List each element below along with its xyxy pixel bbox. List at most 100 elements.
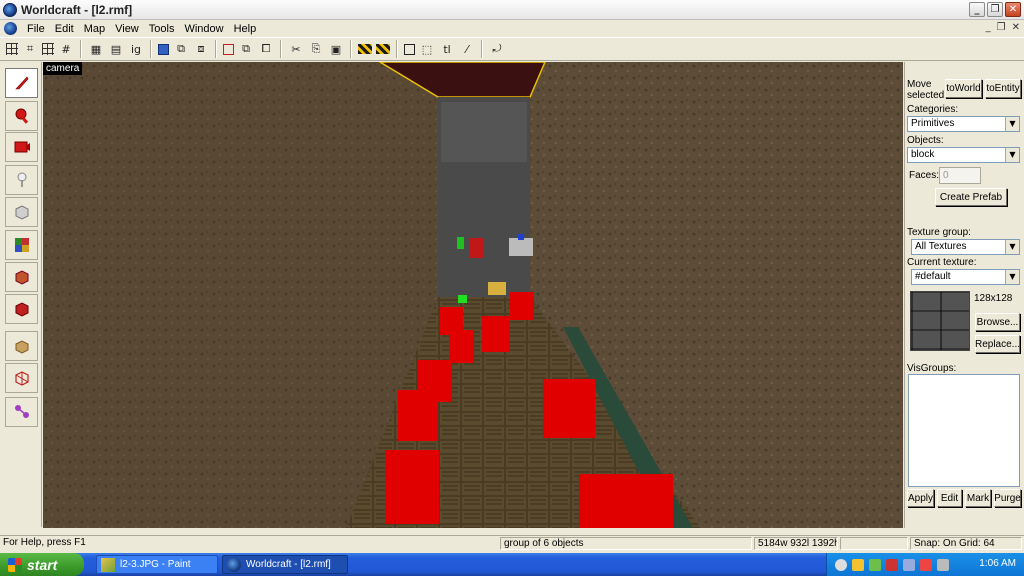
3d-scene [43,62,903,528]
ungroup-icon[interactable]: ⧉ [173,41,189,57]
clip-tool-icon [15,340,28,354]
visgroups-list[interactable] [908,374,1020,487]
camera-tool-button[interactable] [5,132,38,162]
worldcraft-app-icon[interactable] [3,2,17,17]
mdi-minimize-button[interactable]: _ [986,22,991,33]
tray-shield-icon[interactable] [852,558,864,571]
tray-arrow-icon[interactable] [835,558,847,571]
chevron-down-icon: ▼ [1005,148,1019,162]
mdi-close-button[interactable]: ✕ [1012,22,1020,33]
ignore-groups-icon[interactable]: ig [128,41,144,57]
apply-button[interactable]: Apply [907,489,934,507]
minimize-button[interactable]: _ [969,2,985,17]
menu-file[interactable]: File [22,23,50,35]
faces-spinner[interactable]: 0 [939,167,981,184]
tray-misc-icon[interactable] [937,558,949,571]
decal-tool-button[interactable] [5,294,38,324]
toolbar-separator [280,40,282,58]
window-title: Worldcraft - [l2.rmf] [21,2,133,17]
menu-view[interactable]: View [110,23,144,35]
categories-select[interactable]: Primitives ▼ [907,116,1020,132]
copy-icon[interactable]: ⎘ [308,41,324,57]
browse-button[interactable]: Browse... [975,313,1020,331]
toolbar-separator [150,40,152,58]
taskbar-worldcraft-label: Worldcraft - [l2.rmf] [246,559,331,570]
texture-group-select[interactable]: All Textures ▼ [911,239,1020,255]
replace-button[interactable]: Replace... [975,335,1020,353]
menu-edit[interactable]: Edit [50,23,79,35]
carve-icon[interactable]: ▦ [88,41,104,57]
smaller-grid-icon[interactable] [42,43,54,55]
faces-label: Faces: [909,170,940,181]
select-red-icon[interactable] [223,43,234,55]
green-marker [457,237,464,249]
to-world-button[interactable]: toWorld [945,79,982,98]
camera-viewport[interactable] [43,62,903,528]
to-entity-button[interactable]: toEntity [985,79,1021,98]
clip-tool-button[interactable] [5,331,38,361]
tray-app-icon[interactable] [920,558,932,571]
rotate-icon[interactable]: ⤾ [489,41,505,57]
document-icon[interactable] [4,22,17,35]
vertex-tool-button[interactable] [5,363,38,393]
hide-unselected-icon[interactable] [376,44,390,54]
close-button[interactable]: ✕ [1005,2,1021,17]
taskbar-worldcraft[interactable]: Worldcraft - [l2.rmf] [222,555,348,574]
edit-button[interactable]: Edit [937,489,962,507]
larger-grid-icon[interactable]: # [58,41,74,57]
menu-tools[interactable]: Tools [144,23,180,35]
apply-texture-button[interactable] [5,262,38,292]
status-selection: group of 6 objects [500,537,752,550]
magnify-tool-button[interactable] [5,101,38,131]
chevron-down-icon: ▼ [1005,270,1019,284]
entity-tool-button[interactable] [5,165,38,195]
taskbar: start l2-3.JPG - Paint Worldcraft - [l2.… [0,553,1024,576]
start-label: start [27,556,58,573]
create-prefab-button[interactable]: Create Prefab [935,188,1007,206]
texture-tool-button[interactable] [5,230,38,260]
mdi-restore-button[interactable]: ❐ [997,22,1006,33]
flip-icon[interactable]: ⁄ [459,41,475,57]
categories-value: Primitives [911,118,955,129]
system-tray: 1:06 AM [826,553,1024,576]
selection-tool-button[interactable] [5,68,38,98]
texture-lock-icon[interactable]: tl [439,41,455,57]
texture-tool-icon [14,238,29,252]
current-texture-value: #default [915,271,951,282]
show-3d-grid-icon[interactable]: ⌗ [22,41,38,57]
menu-help[interactable]: Help [229,23,262,35]
cut-icon[interactable]: ✂ [288,41,304,57]
tray-volume-icon[interactable] [903,558,915,571]
clock[interactable]: 1:06 AM [979,558,1016,569]
purge-button[interactable]: Purge [994,489,1021,507]
hide-selected-icon[interactable] [358,44,372,54]
mark-button[interactable]: Mark [965,489,991,507]
tray-antivirus-icon[interactable] [886,558,898,571]
worldcraft-icon [227,557,241,572]
entity-tool-icon [17,172,26,187]
menu-window[interactable]: Window [179,23,228,35]
block-tool-button[interactable] [5,197,38,227]
current-texture-select[interactable]: #default ▼ [911,269,1020,285]
paste-icon[interactable]: ▣ [328,41,344,57]
texture-preview[interactable] [910,291,970,351]
taskbar-paint[interactable]: l2-3.JPG - Paint [96,555,218,574]
path-tool-button[interactable] [5,397,38,427]
paste-box-icon[interactable]: ⧠ [258,41,274,57]
restore-button[interactable]: ❐ [987,2,1003,17]
start-button[interactable]: start [0,553,84,576]
selection-tool-icon [14,76,28,90]
group-icon[interactable] [158,43,169,55]
tie-to-entity-icon[interactable]: ⧈ [193,41,209,57]
menu-map[interactable]: Map [79,23,110,35]
hollow-icon[interactable]: ▤ [108,41,124,57]
copy-box-icon[interactable]: ⧉ [238,41,254,57]
toolbar-separator [215,40,217,58]
red-block-7 [543,379,595,438]
far-grey-box [509,238,533,256]
selection-box-icon[interactable]: ⬚ [419,41,435,57]
tray-network-icon[interactable] [869,558,881,571]
toggle-grid-icon[interactable] [6,43,18,55]
bounding-box-icon[interactable] [404,43,415,55]
objects-select[interactable]: block ▼ [907,147,1020,163]
